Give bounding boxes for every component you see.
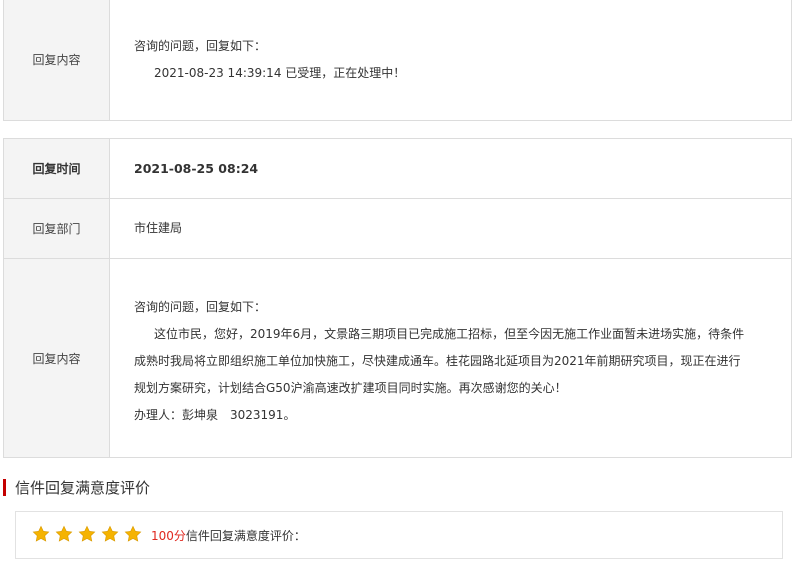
satisfaction-score: 100分 bbox=[151, 528, 186, 543]
star-icon bbox=[32, 525, 50, 542]
reply-time-value: 2021-08-25 08:24 bbox=[134, 161, 259, 176]
reply-body-row: 回复内容 咨询的问题，回复如下： 这位市民，您好，2019年6月，文景路三期项目… bbox=[4, 259, 791, 457]
reply-time-cell: 2021-08-25 08:24 bbox=[134, 139, 771, 198]
reply-content-value: 咨询的问题，回复如下： 2021-08-23 14:39:14 已受理，正在处理… bbox=[134, 0, 771, 120]
satisfaction-section-heading: 信件回复满意度评价 bbox=[3, 476, 150, 498]
reply-body-intro: 咨询的问题，回复如下： bbox=[134, 300, 267, 314]
reply-status-text: 2021-08-23 14:39:14 已受理，正在处理中！ bbox=[154, 65, 406, 80]
reply-time-label: 回复时间 bbox=[4, 139, 110, 198]
reply-dept-value: 市住建局 bbox=[134, 221, 183, 235]
satisfaction-section-title: 信件回复满意度评价 bbox=[15, 478, 151, 497]
reply-dept-cell: 市住建局 bbox=[134, 199, 771, 258]
reply-body-line-1: 这位市民，您好，2019年6月，文景路三期项目已完成施工招标，但至今因无施工作业… bbox=[154, 327, 745, 341]
reply-dept-label: 回复部门 bbox=[4, 199, 110, 258]
star-rating bbox=[32, 525, 147, 546]
reply-body-value: 咨询的问题，回复如下： 这位市民，您好，2019年6月，文景路三期项目已完成施工… bbox=[134, 259, 771, 457]
reply-detail-panel: 回复时间 2021-08-25 08:24 回复部门 市住建局 回复内容 咨询的… bbox=[3, 138, 792, 458]
reply-content-row: 回复内容 咨询的问题，回复如下： 2021-08-23 14:39:14 已受理… bbox=[4, 0, 791, 120]
satisfaction-rating: 100分 信件回复满意度评价： bbox=[15, 511, 783, 559]
satisfaction-label: 信件回复满意度评价： bbox=[185, 528, 306, 543]
star-icon bbox=[124, 525, 142, 542]
reply-body-line-2: 成熟时我局将立即组织施工单位加快施工，尽快建成通车。桂花园路北延项目为2021年… bbox=[134, 354, 741, 368]
star-icon bbox=[55, 525, 73, 542]
heading-accent-bar bbox=[3, 478, 6, 496]
reply-content-label: 回复内容 bbox=[4, 0, 110, 120]
reply-body-label: 回复内容 bbox=[4, 259, 110, 457]
reply-status-panel: 回复内容 咨询的问题，回复如下： 2021-08-23 14:39:14 已受理… bbox=[3, 0, 792, 121]
reply-time-row: 回复时间 2021-08-25 08:24 bbox=[4, 139, 791, 199]
star-icon bbox=[101, 525, 119, 542]
reply-dept-row: 回复部门 市住建局 bbox=[4, 199, 791, 259]
star-icon bbox=[78, 525, 96, 542]
reply-body-line-3: 规划方案研究，计划结合G50沪渝高速改扩建项目同时实施。再次感谢您的关心！ bbox=[134, 381, 567, 395]
reply-intro-text: 咨询的问题，回复如下： bbox=[134, 38, 267, 53]
reply-handler: 办理人：彭坤泉 3023191。 bbox=[134, 408, 296, 422]
